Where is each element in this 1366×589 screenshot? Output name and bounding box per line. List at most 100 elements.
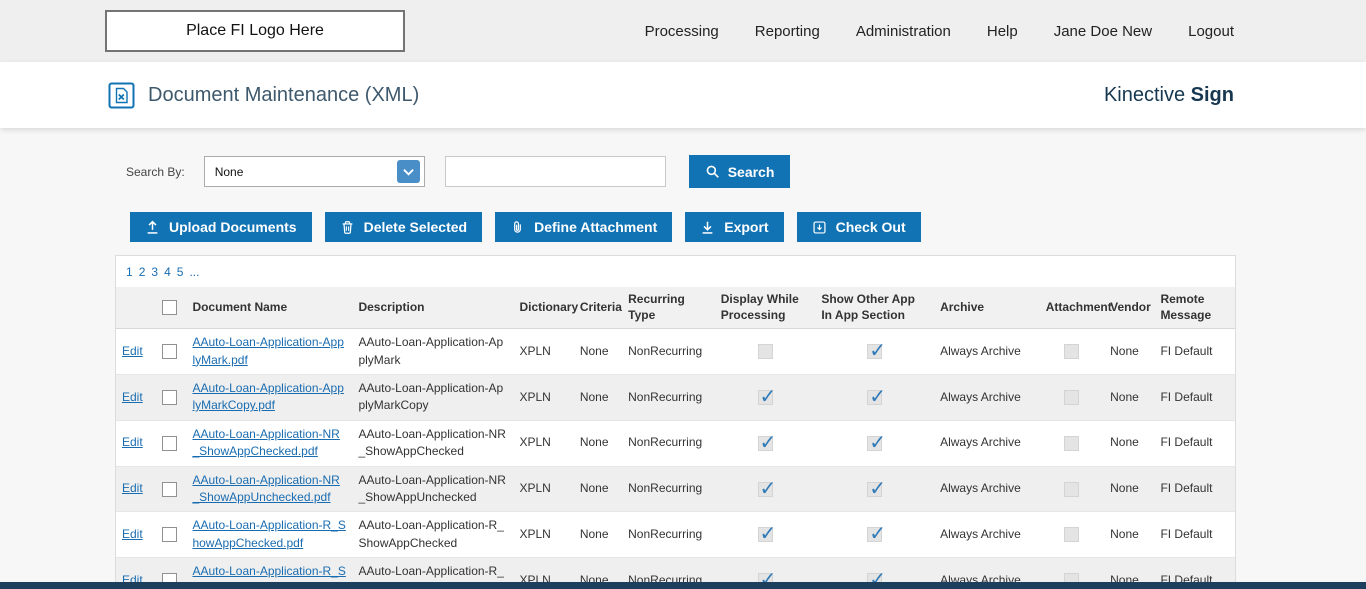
search-input[interactable]: [444, 156, 666, 187]
chevron-down-icon: [396, 160, 420, 183]
show-other-app-checkbox[interactable]: [867, 519, 886, 548]
document-table: Document Name Description Dictionary Cri…: [116, 287, 1235, 589]
vendor-cell: None: [1104, 374, 1155, 421]
vendor-cell: None: [1104, 466, 1155, 513]
display-while-processing-checkbox[interactable]: [757, 428, 776, 457]
recurring-type-cell: NonRecurring: [622, 328, 715, 375]
page-link-1[interactable]: 1: [126, 265, 133, 279]
edit-link[interactable]: Edit: [122, 481, 143, 495]
recurring-type-cell: NonRecurring: [622, 466, 715, 513]
pagination: 1 2 3 4 5...: [116, 256, 1235, 287]
row-select-checkbox[interactable]: [162, 481, 178, 497]
document-table-body: Edit AAuto-Loan-Application-ApplyMark.pd…: [116, 328, 1235, 589]
dictionary-cell: XPLN: [513, 420, 574, 467]
display-while-processing-checkbox[interactable]: [757, 344, 773, 360]
edit-link[interactable]: Edit: [122, 390, 143, 404]
nav-reporting[interactable]: Reporting: [755, 23, 820, 40]
criteria-cell: None: [573, 511, 623, 559]
top-bar: Place FI Logo Here Processing Reporting Ad…: [0, 0, 1366, 62]
description-cell: AAuto-Loan-Application-ApplyMark: [352, 328, 514, 375]
display-while-processing-checkbox[interactable]: [757, 382, 776, 411]
attachment-checkbox[interactable]: [1064, 344, 1080, 360]
page-link-3[interactable]: 3: [151, 265, 158, 279]
brand-primary: Kinective: [1103, 83, 1186, 106]
top-nav: Processing Reporting Administration Help Jan…: [645, 23, 1234, 40]
edit-link[interactable]: Edit: [122, 344, 143, 358]
remote-message-cell: FI Default: [1154, 374, 1235, 421]
upload-documents-button[interactable]: Upload Documents: [130, 212, 312, 242]
document-name-link[interactable]: AAuto-Loan-Application-R_ShowAppChecked.…: [192, 518, 345, 549]
search-by-dropdown[interactable]: None: [203, 156, 425, 187]
remote-message-cell: FI Default: [1154, 511, 1235, 559]
column-header-archive: Archive: [934, 287, 1040, 330]
document-name-link[interactable]: AAuto-Loan-Application-ApplyMark.pdf: [192, 335, 343, 366]
attachment-checkbox[interactable]: [1064, 389, 1080, 405]
show-other-app-checkbox[interactable]: [867, 382, 886, 411]
recurring-type-cell: NonRecurring: [622, 420, 715, 467]
show-other-app-checkbox[interactable]: [867, 336, 886, 365]
column-header-attachment: Attachment: [1039, 287, 1112, 330]
archive-cell: Always Archive: [934, 420, 1040, 467]
table-row: Edit AAuto-Loan-Application-NR_ShowAppUn…: [116, 466, 1235, 513]
dictionary-cell: XPLN: [513, 466, 574, 513]
row-select-checkbox[interactable]: [162, 389, 178, 405]
document-name-link[interactable]: AAuto-Loan-Application-NR_ShowAppChecked…: [192, 427, 339, 458]
show-other-app-checkbox[interactable]: [867, 474, 886, 503]
attachment-checkbox[interactable]: [1064, 435, 1080, 451]
checkout-icon: [812, 220, 827, 235]
show-other-app-checkbox[interactable]: [867, 428, 886, 457]
nav-processing[interactable]: Processing: [645, 23, 719, 40]
title-group: Document Maintenance (XML): [108, 82, 419, 109]
nav-administration[interactable]: Administration: [856, 23, 951, 40]
display-while-processing-checkbox[interactable]: [757, 519, 776, 548]
criteria-cell: None: [573, 328, 623, 375]
display-while-processing-checkbox[interactable]: [757, 474, 776, 503]
page-link-2[interactable]: 2: [139, 265, 146, 279]
table-row: Edit AAuto-Loan-Application-ApplyMarkCop…: [116, 374, 1235, 421]
description-cell: AAuto-Loan-Application-R_ShowAppChecked: [352, 511, 514, 559]
delete-selected-button[interactable]: Delete Selected: [324, 212, 483, 242]
brand-secondary: Sign: [1190, 83, 1234, 106]
nav-jane-doe-new[interactable]: Jane Doe New: [1054, 23, 1152, 40]
main-content: Search By: None Search Upload Documents D…: [0, 155, 1366, 589]
search-button-label: Search: [727, 163, 775, 180]
xml-document-icon: [108, 82, 135, 109]
brand-logo: Kinective Sign: [1104, 84, 1234, 107]
table-row: Edit AAuto-Loan-Application-ApplyMark.pd…: [116, 328, 1235, 375]
export-button[interactable]: Export: [685, 212, 784, 242]
edit-link[interactable]: Edit: [122, 527, 143, 541]
fi-logo-text: Place FI Logo Here: [186, 22, 324, 39]
page-link-4[interactable]: 4: [164, 265, 171, 279]
footer-bar: [0, 582, 1366, 589]
select-all-checkbox[interactable]: [162, 300, 178, 316]
page-link-...[interactable]: ...: [189, 265, 199, 279]
dictionary-cell: XPLN: [513, 511, 574, 559]
attachment-checkbox[interactable]: [1064, 527, 1080, 543]
row-select-checkbox[interactable]: [162, 527, 178, 543]
title-bar: Document Maintenance (XML) Kinective Sig…: [0, 62, 1366, 128]
trash-icon: [340, 220, 355, 235]
search-button[interactable]: Search: [688, 155, 791, 188]
define-attachment-button[interactable]: Define Attachment: [495, 212, 673, 242]
column-header-document-name: Document Name: [186, 287, 353, 330]
action-toolbar: Upload Documents Delete Selected Define At…: [130, 212, 1366, 242]
recurring-type-cell: NonRecurring: [622, 511, 715, 559]
column-header-vendor: Vendor: [1104, 287, 1155, 330]
column-header-recurring-type: Recurring Type: [622, 287, 715, 330]
nav-help[interactable]: Help: [987, 23, 1018, 40]
nav-logout[interactable]: Logout: [1188, 23, 1234, 40]
description-cell: AAuto-Loan-Application-ApplyMarkCopy: [352, 374, 514, 421]
dictionary-cell: XPLN: [513, 328, 574, 375]
criteria-cell: None: [573, 466, 623, 513]
document-name-link[interactable]: AAuto-Loan-Application-NR_ShowAppUncheck…: [192, 473, 339, 504]
attachment-checkbox[interactable]: [1064, 481, 1080, 497]
page-link-5[interactable]: 5: [177, 265, 184, 279]
check-out-button[interactable]: Check Out: [796, 212, 921, 242]
document-name-link[interactable]: AAuto-Loan-Application-ApplyMarkCopy.pdf: [192, 381, 343, 412]
column-header-remote-message: Remote Message: [1154, 287, 1235, 330]
description-cell: AAuto-Loan-Application-NR_ShowAppUncheck…: [352, 466, 514, 513]
recurring-type-cell: NonRecurring: [622, 374, 715, 421]
row-select-checkbox[interactable]: [162, 344, 178, 360]
row-select-checkbox[interactable]: [162, 435, 178, 451]
edit-link[interactable]: Edit: [122, 435, 143, 449]
